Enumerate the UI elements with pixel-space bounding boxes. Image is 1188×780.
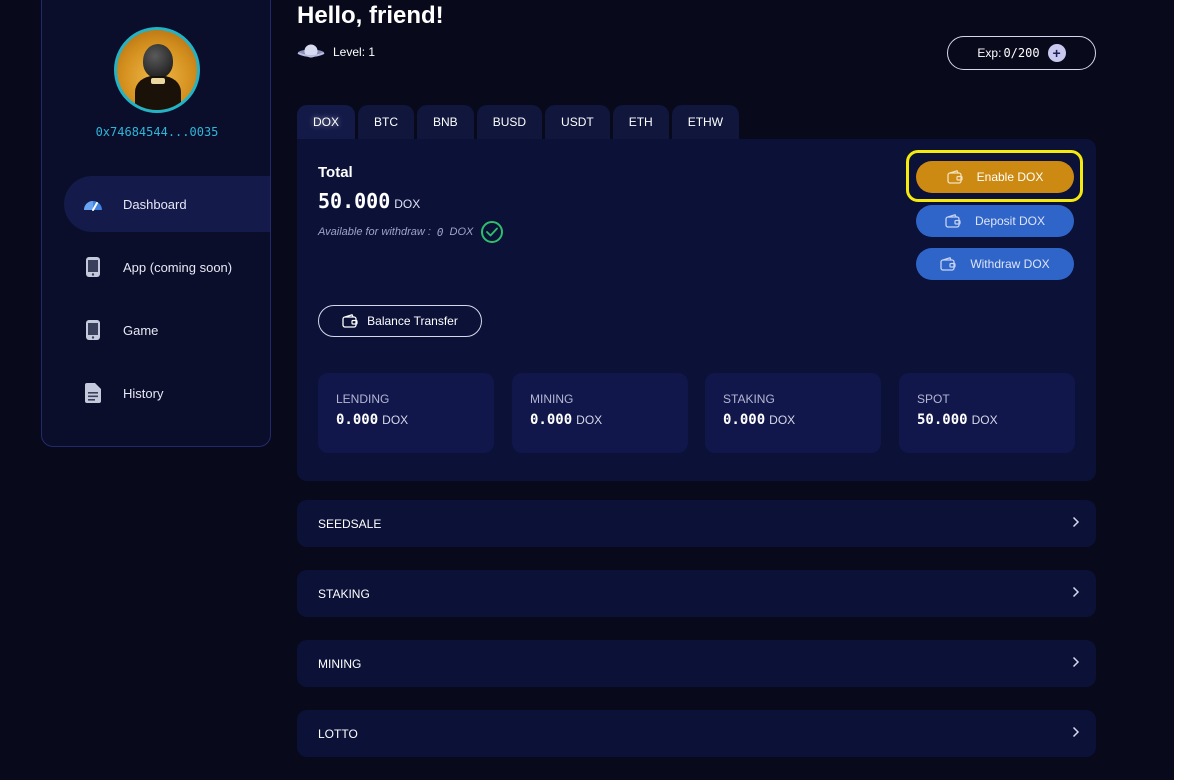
speedometer-icon [82,193,104,215]
total-unit: DOX [394,197,421,211]
stat-number: 0.000 [723,412,766,428]
stat-value: 0.000 DOX [530,412,688,428]
enable-dox-label: Enable DOX [976,170,1044,184]
available-for-withdraw: Available for withdraw : 0 DOX [318,221,504,243]
section-lotto[interactable]: LOTTO [297,710,1096,757]
deposit-dox-button[interactable]: Deposit DOX [916,205,1074,237]
stat-label: LENDING [336,392,390,406]
tab-dox[interactable]: DOX [297,105,356,139]
section-label: SEEDSALE [318,516,382,531]
sidebar-item-label: History [123,385,164,401]
document-icon [82,382,104,404]
sidebar: 0x74684544...0035 Dashboard App (coming … [41,0,271,447]
available-unit: DOX [449,226,474,238]
sidebar-item-label: App (coming soon) [123,259,233,275]
total-balance: 50.000 DOX [318,189,420,213]
section-staking[interactable]: STAKING [297,570,1096,617]
wallet-icon [946,170,963,184]
level-label: Level: 1 [333,45,376,59]
withdraw-dox-button[interactable]: Withdraw DOX [916,248,1074,280]
tab-ethw[interactable]: ETHW [671,105,740,139]
exp-pill[interactable]: Exp: 0/200 + [947,36,1096,70]
tab-busd[interactable]: BUSD [476,105,543,139]
wallet-icon [342,314,358,328]
chevron-right-icon [1072,726,1080,741]
stat-number: 50.000 [917,412,968,428]
chevron-right-icon [1072,656,1080,671]
stat-number: 0.000 [336,412,379,428]
stat-card-staking: STAKING 0.000 DOX [705,373,881,453]
balance-transfer-button[interactable]: Balance Transfer [318,305,482,337]
stat-label: SPOT [917,392,950,406]
balance-transfer-label: Balance Transfer [367,314,458,328]
stat-number: 0.000 [530,412,573,428]
exp-value: 0/200 [1003,46,1040,60]
withdraw-dox-label: Withdraw DOX [970,257,1050,271]
tab-eth[interactable]: ETH [612,105,669,139]
total-value: 50.000 [318,189,391,213]
avatar-helmet [143,44,173,78]
tab-bnb[interactable]: BNB [417,105,474,139]
tab-btc[interactable]: BTC [358,105,415,139]
available-value: 0 [436,225,444,239]
total-label: Total [318,164,353,181]
phone-icon [82,256,104,278]
section-label: STAKING [318,586,370,601]
wallet-address[interactable]: 0x74684544...0035 [42,125,270,139]
avatar-bow [151,78,165,84]
stat-value: 0.000 DOX [723,412,881,428]
level-indicator: Level: 1 [297,43,375,61]
plus-icon[interactable]: + [1047,44,1066,62]
chevron-right-icon [1072,586,1080,601]
available-label: Available for withdraw : [318,226,431,238]
exp-label: Exp: [977,46,1002,60]
sidebar-item-label: Game [123,322,159,338]
avatar[interactable] [114,27,200,113]
stat-value: 0.000 DOX [336,412,494,428]
section-mining[interactable]: MINING [297,640,1096,687]
stat-value: 50.000 DOX [917,412,1075,428]
tab-usdt[interactable]: USDT [545,105,610,139]
stat-unit: DOX [382,413,409,427]
stat-unit: DOX [576,413,603,427]
wallet-icon [940,257,956,271]
sidebar-item-dashboard[interactable]: Dashboard [64,176,270,232]
stat-unit: DOX [971,413,998,427]
stat-card-mining: MINING 0.000 DOX [512,373,688,453]
sidebar-item-history[interactable]: History [64,365,270,421]
enable-dox-button[interactable]: Enable DOX [916,161,1074,193]
section-seedsale[interactable]: SEEDSALE [297,500,1096,547]
phone-icon [82,319,104,341]
balance-card: Total 50.000 DOX Available for withdraw … [297,139,1096,481]
stat-card-spot: SPOT 50.000 DOX [899,373,1075,453]
page-edge-strip [1174,0,1188,780]
sidebar-item-game[interactable]: Game [64,302,270,358]
page-title: Hello, friend! [297,2,444,29]
currency-tabs: DOX BTC BNB BUSD USDT ETH ETHW [297,105,742,139]
wallet-icon [945,214,961,228]
stat-label: MINING [530,392,574,406]
planet-icon [297,43,325,61]
deposit-dox-label: Deposit DOX [974,214,1046,228]
section-label: MINING [318,656,362,671]
check-circle-icon [481,221,504,243]
stat-card-lending: LENDING 0.000 DOX [318,373,494,453]
stat-unit: DOX [769,413,796,427]
section-label: LOTTO [318,726,358,741]
sidebar-item-label: Dashboard [123,196,187,212]
stat-label: STAKING [723,392,775,406]
sidebar-item-app[interactable]: App (coming soon) [64,239,270,295]
chevron-right-icon [1072,516,1080,531]
